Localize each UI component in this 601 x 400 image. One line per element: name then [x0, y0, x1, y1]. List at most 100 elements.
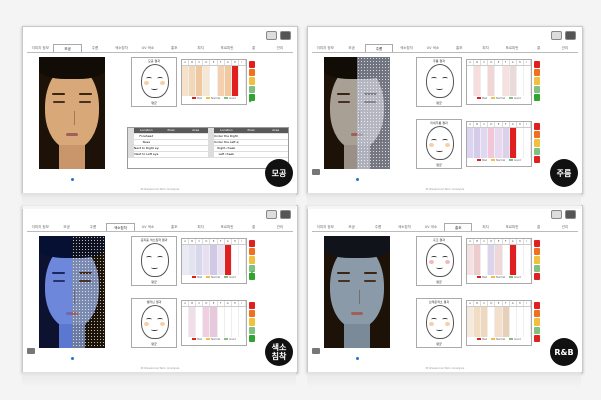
tab-porphyrin[interactable]: 포르피린 [499, 44, 525, 52]
tab-image-info[interactable]: 이미지 정보 [312, 44, 338, 52]
camera-icon[interactable] [280, 210, 291, 219]
tab-texture[interactable]: 결 [525, 44, 551, 52]
diagram-title: 주름 결과 [433, 59, 445, 63]
tab-image-info[interactable]: 이미지 정보 [27, 223, 53, 231]
tab-wrinkles[interactable]: 주름 [82, 44, 108, 52]
traffic-gauge [534, 61, 540, 102]
page-indicator[interactable] [356, 178, 359, 181]
face-photo [324, 57, 390, 169]
camera-icon[interactable] [312, 169, 320, 175]
panel-pores: 이미지 정보 모공 주름 색소침착 UV 색소 홍조 피지 포르피린 결 관리 … [22, 26, 298, 194]
panel-reflection [22, 372, 296, 388]
tab-pigment[interactable]: 색소침착 [391, 223, 417, 231]
camera-icon[interactable] [27, 348, 35, 354]
tab-image-info[interactable]: 이미지 정보 [312, 223, 338, 231]
page-indicator[interactable] [71, 178, 74, 181]
tab-texture[interactable]: 결 [240, 44, 266, 52]
face-photo [324, 236, 390, 348]
window-controls [266, 31, 291, 40]
pore-diagram: 모공 결과 평균 [131, 57, 177, 107]
diagram-title: 홍조 결과 [433, 238, 445, 242]
tab-texture[interactable]: 결 [525, 223, 551, 231]
tab-porphyrin[interactable]: 포르피린 [499, 223, 525, 231]
location-table: Location Pixel Area Location Pixel Area Fore… [127, 127, 289, 169]
tab-pigment[interactable]: 색소침착 [393, 44, 419, 52]
print-icon[interactable] [551, 210, 562, 219]
check-icon: ✔ [248, 96, 255, 105]
category-badge: R&B [550, 338, 578, 366]
tab-uv[interactable]: UV 색소 [135, 223, 161, 231]
traffic-gauge [249, 61, 255, 102]
diagram-label: 평균 [436, 163, 442, 167]
page-indicator[interactable] [71, 357, 74, 360]
print-icon[interactable] [266, 210, 277, 219]
category-badge: 색소 침착 [265, 338, 293, 366]
diagram-title: 미세주름 결과 [430, 121, 448, 125]
print-icon[interactable] [266, 31, 277, 40]
camera-icon[interactable] [280, 31, 291, 40]
traffic-gauge [534, 240, 540, 281]
face-photo [39, 236, 105, 348]
tab-care[interactable]: 관리 [552, 223, 578, 231]
diagram-label: 평균 [151, 342, 157, 346]
tab-pores[interactable]: 모공 [338, 223, 364, 231]
score-bars: ABCDEFGHI Bad Normal Good [181, 238, 247, 284]
tab-bar: 이미지 정보 모공 주름 색소침착 UV 색소 홍조 피지 포르피린 결 관리 [27, 44, 293, 53]
tab-pores[interactable]: 모공 [53, 44, 82, 52]
diagram-title: 브레운색소 결과 [428, 300, 450, 304]
score-bars: ABCDEFGHI Bad Normal Good [466, 300, 532, 346]
panel-redness-brown: 이미지 정보 모공 주름 색소침착 UV 색소 홍조 피지 포르피린 결 관리 … [307, 205, 583, 373]
tab-uv[interactable]: UV 색소 [418, 223, 444, 231]
window-controls [551, 31, 576, 40]
score-bars: ABCDEFGHI Bad Normal Good [181, 59, 247, 105]
tab-image-info[interactable]: 이미지 정보 [27, 44, 53, 52]
tab-redness[interactable]: 홍조 [161, 44, 187, 52]
tab-bar: 이미지 정보 모공 주름 색소침착 UV 색소 홍조 피지 포르피린 결 관리 [312, 223, 578, 232]
diagram-title: 멜라닌 결과 [146, 300, 162, 304]
diagram-title: 모공 결과 [148, 59, 160, 63]
tab-redness[interactable]: 홍조 [446, 44, 472, 52]
tab-sebum[interactable]: 피지 [472, 223, 498, 231]
camera-icon[interactable] [565, 210, 576, 219]
tab-texture[interactable]: 결 [240, 223, 266, 231]
tab-sebum[interactable]: 피지 [472, 44, 498, 52]
melanin-diagram: 멜라닌 결과 평균 [131, 298, 177, 348]
diagram-label: 평균 [151, 280, 157, 284]
panel-reflection [307, 193, 581, 209]
tab-redness[interactable]: 홍조 [444, 223, 473, 231]
tab-pigment[interactable]: 색소침착 [106, 223, 135, 231]
page-indicator[interactable] [356, 357, 359, 360]
epidermal-pigment-diagram: 표피층 색소침착 결과 평균 [131, 236, 177, 286]
traffic-gauge [249, 302, 255, 343]
tab-porphyrin[interactable]: 포르피린 [214, 44, 240, 52]
tab-uv[interactable]: UV 색소 [135, 44, 161, 52]
tab-pores[interactable]: 모공 [53, 223, 79, 231]
tab-care[interactable]: 관리 [267, 44, 293, 52]
table-row: Next to Left eye Left cheek [128, 152, 288, 158]
tab-sebum[interactable]: 피지 [187, 223, 213, 231]
tab-wrinkles[interactable]: 주름 [365, 223, 391, 231]
camera-icon[interactable] [565, 31, 576, 40]
tab-care[interactable]: 관리 [552, 44, 578, 52]
camera-icon[interactable] [312, 348, 320, 354]
panel-reflection [307, 372, 581, 388]
tab-bar: 이미지 정보 모공 주름 색소침착 UV 색소 홍조 피지 포르피린 결 관리 [312, 44, 578, 53]
face-photo [39, 57, 105, 169]
traffic-gauge [534, 302, 540, 343]
category-badge: 주름 [550, 159, 578, 187]
tab-redness[interactable]: 홍조 [161, 223, 187, 231]
tab-uv[interactable]: UV 색소 [420, 44, 446, 52]
tab-pigment[interactable]: 색소침착 [108, 44, 134, 52]
diagram-label: 평균 [436, 342, 442, 346]
tab-pores[interactable]: 모공 [338, 44, 364, 52]
window-controls [551, 210, 576, 219]
fine-wrinkle-diagram: 미세주름 결과 평균 [416, 119, 462, 169]
check-icon: ✔ [248, 269, 255, 278]
print-icon[interactable] [551, 31, 562, 40]
footer-text: Professional Skin Analysis [140, 187, 180, 191]
tab-care[interactable]: 관리 [267, 223, 293, 231]
tab-sebum[interactable]: 피지 [187, 44, 213, 52]
tab-wrinkles[interactable]: 주름 [80, 223, 106, 231]
tab-porphyrin[interactable]: 포르피린 [214, 223, 240, 231]
tab-wrinkles[interactable]: 주름 [364, 44, 394, 52]
